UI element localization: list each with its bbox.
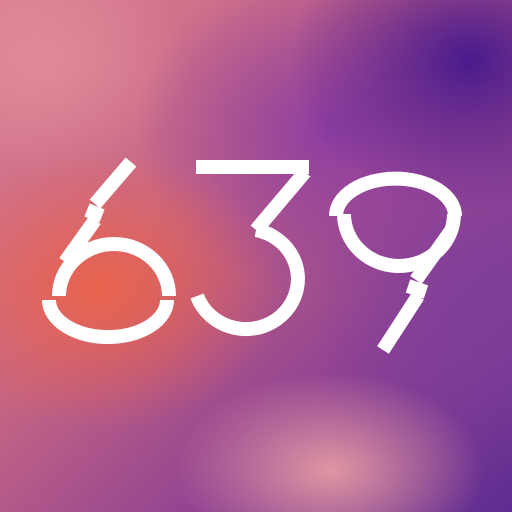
gradient-background: 639 bbox=[0, 0, 512, 512]
digit-nine bbox=[329, 171, 462, 354]
digit-three bbox=[190, 160, 311, 337]
stylized-number-639 bbox=[42, 157, 462, 354]
digit-six bbox=[42, 157, 176, 344]
